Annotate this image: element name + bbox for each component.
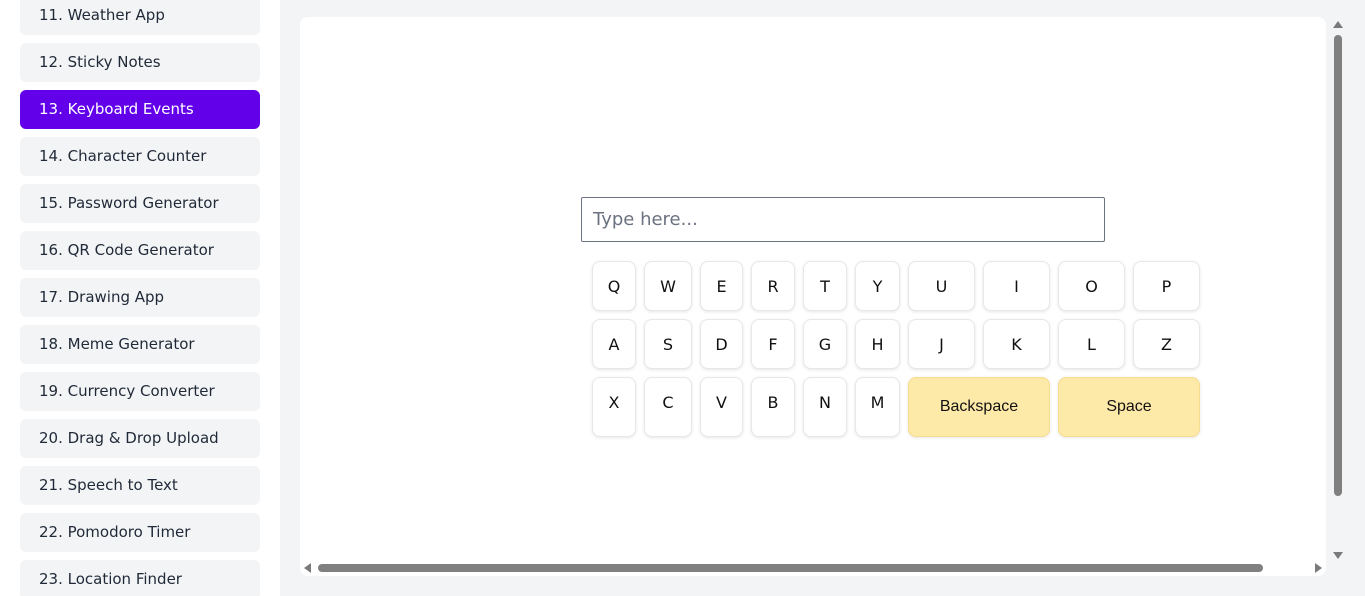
key-m[interactable]: M: [855, 377, 900, 437]
sidebar-item-sticky-notes[interactable]: 12. Sticky Notes: [20, 43, 260, 82]
sidebar-nav: 11. Weather App 12. Sticky Notes 13. Key…: [20, 0, 260, 596]
sidebar: 11. Weather App 12. Sticky Notes 13. Key…: [0, 0, 280, 596]
key-y[interactable]: Y: [855, 261, 900, 311]
key-x[interactable]: X: [592, 377, 636, 437]
key-u[interactable]: U: [908, 261, 975, 311]
key-space[interactable]: Space: [1058, 377, 1200, 437]
sidebar-item-pomodoro-timer[interactable]: 22. Pomodoro Timer: [20, 513, 260, 552]
sidebar-item-password-generator[interactable]: 15. Password Generator: [20, 184, 260, 223]
key-s[interactable]: S: [644, 319, 692, 369]
key-q[interactable]: Q: [592, 261, 636, 311]
key-t[interactable]: T: [803, 261, 847, 311]
key-d[interactable]: D: [700, 319, 743, 369]
key-l[interactable]: L: [1058, 319, 1125, 369]
sidebar-item-drag-drop-upload[interactable]: 20. Drag & Drop Upload: [20, 419, 260, 458]
main-content: Q W E R T Y U I O P A S D F G H J K L Z …: [280, 0, 1365, 596]
vertical-scroll-thumb[interactable]: [1334, 35, 1342, 496]
key-j[interactable]: J: [908, 319, 975, 369]
scroll-up-arrow-icon[interactable]: [1333, 21, 1343, 28]
key-i[interactable]: I: [983, 261, 1050, 311]
key-o[interactable]: O: [1058, 261, 1125, 311]
sidebar-item-character-counter[interactable]: 14. Character Counter: [20, 137, 260, 176]
scroll-right-arrow-icon[interactable]: [1315, 563, 1322, 573]
sidebar-item-location-finder[interactable]: 23. Location Finder: [20, 560, 260, 596]
horizontal-scroll-thumb[interactable]: [318, 564, 1263, 572]
key-w[interactable]: W: [644, 261, 692, 311]
key-h[interactable]: H: [855, 319, 900, 369]
key-g[interactable]: G: [803, 319, 847, 369]
key-f[interactable]: F: [751, 319, 795, 369]
sidebar-item-weather-app[interactable]: 11. Weather App: [20, 0, 260, 35]
sidebar-item-keyboard-events[interactable]: 13. Keyboard Events: [20, 90, 260, 129]
key-b[interactable]: B: [751, 377, 795, 437]
type-input[interactable]: [581, 197, 1105, 242]
app-frame: Q W E R T Y U I O P A S D F G H J K L Z …: [300, 17, 1326, 576]
key-z[interactable]: Z: [1133, 319, 1200, 369]
key-p[interactable]: P: [1133, 261, 1200, 311]
key-r[interactable]: R: [751, 261, 795, 311]
scroll-left-arrow-icon[interactable]: [304, 563, 311, 573]
key-n[interactable]: N: [803, 377, 847, 437]
key-v[interactable]: V: [700, 377, 743, 437]
key-a[interactable]: A: [592, 319, 636, 369]
sidebar-item-qr-code-generator[interactable]: 16. QR Code Generator: [20, 231, 260, 270]
sidebar-item-meme-generator[interactable]: 18. Meme Generator: [20, 325, 260, 364]
key-backspace[interactable]: Backspace: [908, 377, 1050, 437]
sidebar-item-currency-converter[interactable]: 19. Currency Converter: [20, 372, 260, 411]
scroll-down-arrow-icon[interactable]: [1333, 552, 1343, 559]
sidebar-item-drawing-app[interactable]: 17. Drawing App: [20, 278, 260, 317]
vertical-scrollbar[interactable]: [1331, 17, 1345, 562]
sidebar-item-speech-to-text[interactable]: 21. Speech to Text: [20, 466, 260, 505]
key-k[interactable]: K: [983, 319, 1050, 369]
key-c[interactable]: C: [644, 377, 692, 437]
horizontal-scrollbar[interactable]: [300, 561, 1330, 575]
key-e[interactable]: E: [700, 261, 743, 311]
